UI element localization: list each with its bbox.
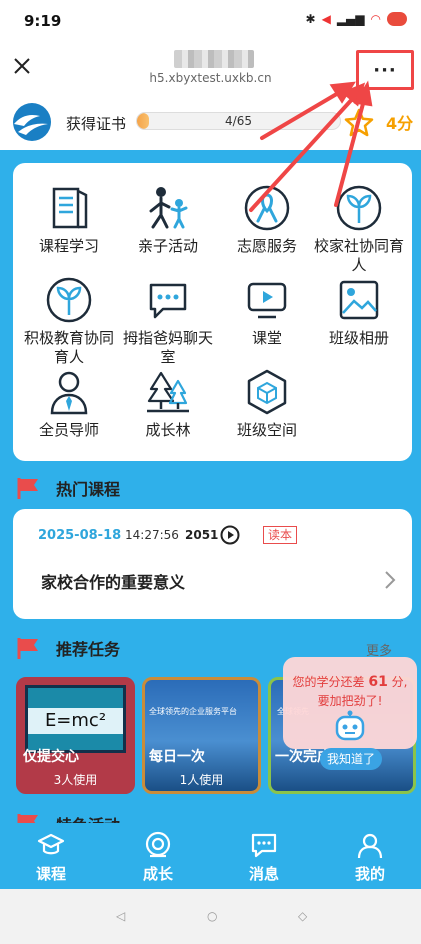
signal-icon: ▂▄▆ [336, 12, 365, 26]
chevron-right-icon [385, 571, 396, 589]
menu-item-class-space[interactable]: 班级空间 [219, 367, 315, 440]
family-icon [149, 187, 188, 229]
certificate-label: 获得证书 [66, 115, 127, 133]
certificate-bar: 获得证书 4/65 4分 [0, 96, 421, 150]
sprout-icon [336, 185, 382, 231]
task-label: 每日一次 [149, 749, 205, 765]
growth-icon [145, 831, 171, 858]
play-icon [220, 525, 240, 545]
task-users: 1人使用 [179, 773, 224, 787]
back-nav-icon[interactable]: ◁ [116, 909, 125, 923]
course-view-count: 2051 [185, 528, 219, 542]
home-nav-icon[interactable]: ○ [207, 909, 217, 923]
menu-item-class-album[interactable]: 班级相册 [311, 275, 407, 348]
menu-item-parent-child-activity[interactable]: 亲子活动 [120, 183, 216, 256]
menu-item-mentor[interactable]: 全员导师 [21, 367, 117, 440]
book-icon [52, 187, 88, 229]
course-time: 14:27:56 [125, 528, 179, 542]
got-it-button[interactable]: 我知道了 [320, 748, 382, 770]
tab-messages[interactable]: 消息 [234, 831, 294, 884]
tab-course[interactable]: 课程 [21, 831, 81, 884]
graduation-cap-icon [37, 833, 65, 855]
sprout-icon [46, 277, 92, 323]
more-icon: ··· [373, 59, 397, 81]
trees-icon [147, 371, 189, 413]
hot-courses-title: 热门课程 [56, 480, 121, 499]
task-image: E=mc² [25, 685, 126, 753]
recommended-tasks-title: 推荐任务 [56, 640, 121, 659]
mentor-icon [50, 371, 88, 415]
recommended-tasks-header: 推荐任务 [16, 636, 120, 660]
app-logo-icon [13, 103, 51, 141]
status-bar: 9:19 ✱ ◀ ▂▄▆ ◠ [0, 0, 421, 44]
mute-icon: ◀ [321, 12, 331, 26]
battery-icon [387, 12, 407, 26]
menu-item-growth-forest[interactable]: 成长林 [120, 367, 216, 440]
video-screen-icon [247, 282, 287, 319]
tab-mine[interactable]: 我的 [340, 831, 400, 884]
bluetooth-icon: ✱ [305, 12, 316, 26]
status-icons: ✱ ◀ ▂▄▆ ◠ [306, 12, 407, 26]
status-time: 9:19 [24, 12, 62, 30]
task-label: 仅提交心 [23, 749, 79, 765]
menu-item-classroom[interactable]: 课堂 [219, 275, 315, 348]
menu-item-chat-room[interactable]: 拇指爸妈聊天室 [120, 275, 216, 367]
ribbon-icon [244, 185, 290, 231]
menu-item-positive-education[interactable]: 积极教育协同育人 [21, 275, 117, 367]
flag-icon [17, 478, 38, 499]
more-options-button[interactable]: ··· [356, 50, 414, 90]
blurred-page-title [174, 50, 254, 68]
cube-icon [247, 369, 287, 415]
bottom-tab-bar: 课程 成长 消息 我的 [0, 823, 421, 889]
flag-icon [17, 638, 38, 659]
tab-growth[interactable]: 成长 [128, 831, 188, 884]
hot-course-card[interactable]: 2025-08-18 14:27:56 2051 读本 家校合作的重要意义 [13, 509, 412, 619]
feature-menu-card: 课程学习 亲子活动 志愿服务 校家社协同育人 积极教育协同育人 拇指爸妈聊天室 … [13, 163, 412, 461]
task-card[interactable]: 全球领先的企业服务平台 每日一次 1人使用 [142, 677, 261, 794]
popup-message: 您的学分还差 61 分, 要加把劲了! [292, 674, 408, 708]
robot-mascot-icon [335, 710, 365, 741]
wifi-icon: ◠ [370, 12, 381, 26]
task-users: 3人使用 [53, 773, 98, 787]
star-icon [344, 108, 374, 137]
remaining-credits: 61 [368, 674, 388, 690]
course-tag: 读本 [263, 526, 298, 544]
course-title: 家校合作的重要意义 [41, 573, 186, 592]
menu-item-volunteer-service[interactable]: 志愿服务 [219, 183, 315, 256]
menu-item-course-study[interactable]: 课程学习 [21, 183, 117, 256]
course-date: 2025-08-18 [38, 528, 122, 543]
certificate-progress-bar: 4/65 [136, 112, 341, 130]
task-card[interactable]: E=mc² 仅提交心 3人使用 [16, 677, 135, 794]
score-value: 4分 [386, 114, 414, 133]
message-icon [251, 833, 277, 858]
progress-text: 4/65 [225, 114, 252, 128]
chat-icon [149, 283, 187, 319]
album-icon [339, 280, 379, 320]
recent-nav-icon[interactable]: ◇ [298, 909, 307, 923]
system-navigation-bar: ◁ ○ ◇ [0, 889, 421, 944]
menu-item-school-family-society[interactable]: 校家社协同育人 [311, 183, 407, 275]
hot-courses-header: 热门课程 [16, 476, 120, 500]
person-icon [357, 833, 383, 859]
browser-bar: h5.xbyxtest.uxkb.cn ··· [0, 44, 421, 96]
